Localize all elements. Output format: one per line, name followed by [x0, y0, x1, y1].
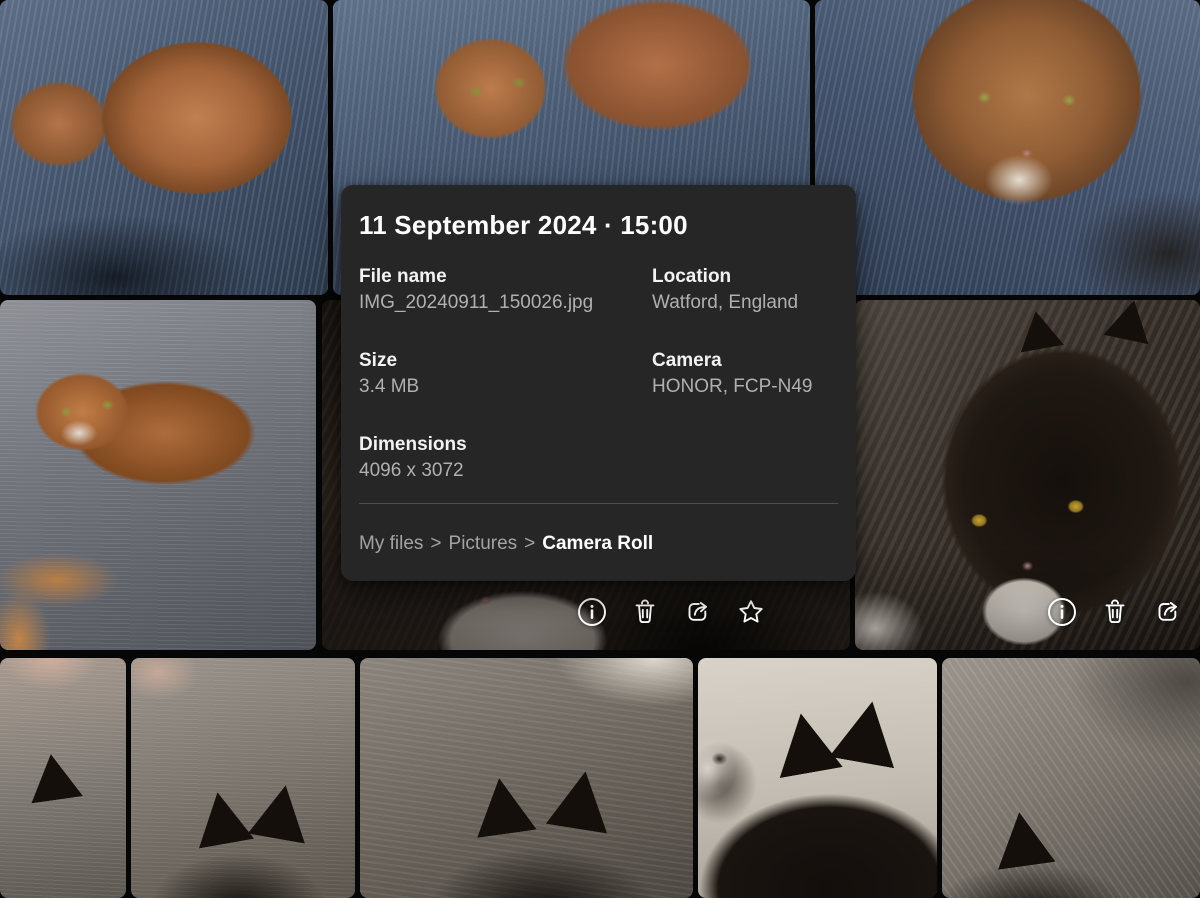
cat-ear-shape [25, 751, 83, 804]
cat-ear-shape [1014, 307, 1064, 352]
field-camera: Camera HONOR, FCP-N49 [652, 348, 838, 400]
info-button[interactable] [1046, 596, 1078, 628]
details-grid: File name IMG_20240911_150026.jpg Locati… [359, 264, 838, 484]
field-value: Watford, England [652, 290, 838, 316]
field-label: Camera [652, 348, 838, 374]
breadcrumb-separator: > [430, 533, 441, 554]
info-icon [576, 596, 608, 628]
field-label: File name [359, 264, 652, 290]
field-label: Size [359, 348, 652, 374]
share-button[interactable] [682, 596, 714, 628]
photo-action-toolbar [1046, 596, 1184, 628]
photo-thumbnail[interactable] [0, 300, 316, 650]
breadcrumb: My files > Pictures > Camera Roll [359, 531, 838, 557]
photo-date-title: 11 September 2024 · 15:00 [359, 209, 838, 241]
trash-icon [1099, 596, 1131, 628]
cat-ear-shape [1103, 300, 1156, 344]
cat-ear-shape [990, 808, 1055, 870]
photo-thumbnail[interactable] [131, 658, 355, 898]
field-value: 4096 x 3072 [359, 458, 652, 484]
photo-thumbnail[interactable] [698, 658, 937, 898]
cat-ear-shape [770, 708, 843, 778]
divider [359, 503, 838, 504]
photo-thumbnail[interactable] [0, 658, 126, 898]
photo-thumbnail[interactable] [360, 658, 693, 898]
star-icon [735, 596, 767, 628]
cat-ear-shape [248, 781, 314, 844]
breadcrumb-my-files[interactable]: My files [359, 533, 423, 554]
photo-thumbnail[interactable] [0, 0, 328, 295]
breadcrumb-camera-roll[interactable]: Camera Roll [542, 533, 653, 554]
favorite-button[interactable] [735, 596, 767, 628]
photo-details-tooltip: 11 September 2024 · 15:00 File name IMG_… [341, 185, 856, 581]
field-file-name: File name IMG_20240911_150026.jpg [359, 264, 652, 316]
share-icon [682, 596, 714, 628]
field-label: Dimensions [359, 432, 652, 458]
photo-action-toolbar [576, 596, 767, 628]
field-size: Size 3.4 MB [359, 348, 652, 400]
share-button[interactable] [1152, 596, 1184, 628]
cat-ear-shape [546, 766, 616, 833]
info-icon [1046, 596, 1078, 628]
cat-ear-shape [470, 774, 537, 838]
photo-gallery: 11 September 2024 · 15:00 File name IMG_… [0, 0, 1200, 750]
field-location: Location Watford, England [652, 264, 838, 316]
field-label: Location [652, 264, 838, 290]
field-value: IMG_20240911_150026.jpg [359, 290, 652, 316]
share-icon [1152, 596, 1184, 628]
delete-button[interactable] [629, 596, 661, 628]
trash-icon [629, 596, 661, 628]
photo-thumbnail[interactable] [942, 658, 1200, 898]
field-value: HONOR, FCP-N49 [652, 374, 838, 400]
cat-ear-shape [190, 788, 254, 849]
breadcrumb-separator: > [524, 533, 535, 554]
info-button[interactable] [576, 596, 608, 628]
field-value: 3.4 MB [359, 374, 652, 400]
field-dimensions: Dimensions 4096 x 3072 [359, 432, 652, 484]
breadcrumb-pictures[interactable]: Pictures [449, 533, 518, 554]
delete-button[interactable] [1099, 596, 1131, 628]
cat-ear-shape [829, 696, 905, 769]
photo-thumbnail[interactable] [815, 0, 1200, 295]
